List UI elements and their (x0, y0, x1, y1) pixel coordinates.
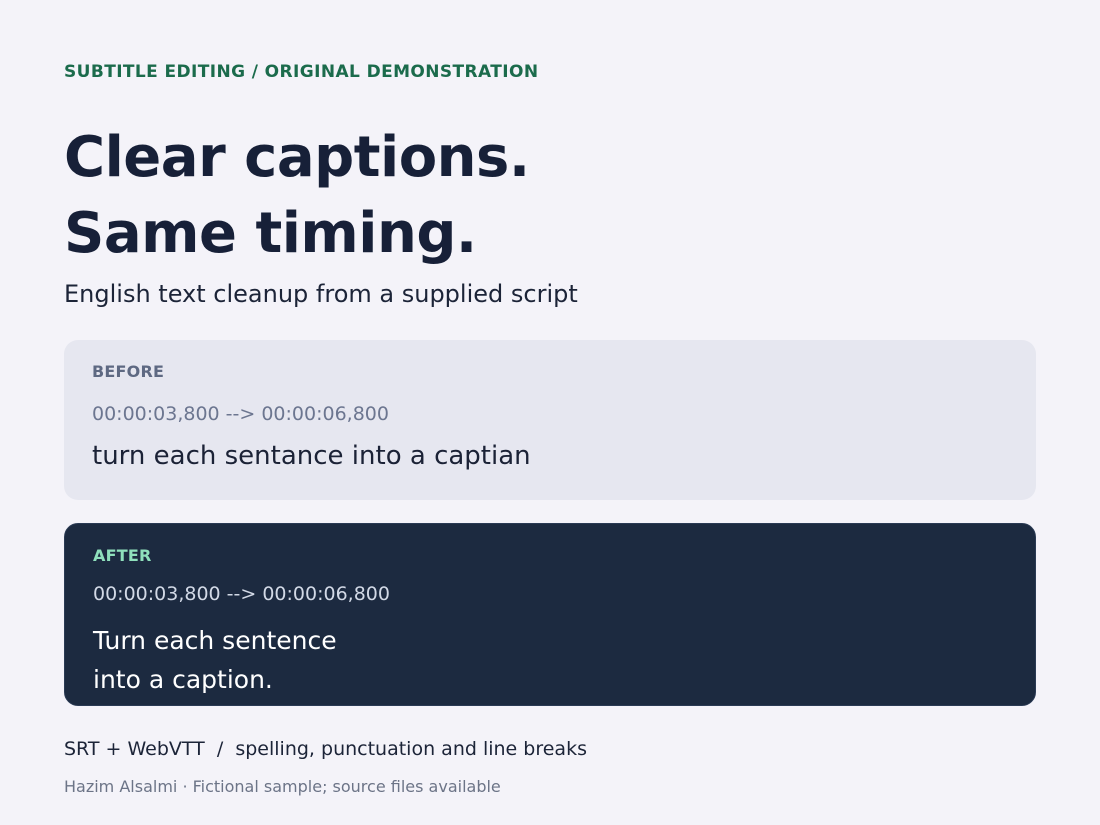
author-name: Hazim Alsalmi (64, 777, 178, 796)
after-caption-line-2: into a caption. (93, 665, 273, 694)
feature-summary: SRT + WebVTT / spelling, punctuation and… (64, 738, 587, 760)
after-card: AFTER 00:00:03,800 --> 00:00:06,800 Turn… (64, 523, 1036, 706)
before-timecode: 00:00:03,800 --> 00:00:06,800 (92, 403, 389, 425)
headline-line-1: Clear captions. (64, 125, 530, 190)
after-caption-line-1: Turn each sentence (93, 626, 337, 655)
eyebrow-label: SUBTITLE EDITING / ORIGINAL DEMONSTRATIO… (64, 62, 539, 82)
after-timecode: 00:00:03,800 --> 00:00:06,800 (93, 583, 390, 605)
before-card: BEFORE 00:00:03,800 --> 00:00:06,800 tur… (64, 340, 1036, 500)
credit-separator: · (177, 777, 193, 796)
page-subtitle: English text cleanup from a supplied scr… (64, 280, 578, 308)
before-label: BEFORE (92, 362, 165, 381)
sample-note: Fictional sample; source files available (192, 777, 501, 796)
page-title: Clear captions. Same timing. (64, 120, 530, 272)
credit-line: Hazim Alsalmi · Fictional sample; source… (64, 777, 501, 796)
after-label: AFTER (93, 546, 152, 565)
before-caption: turn each sentance into a captian (92, 441, 531, 471)
headline-line-2: Same timing. (64, 201, 477, 266)
after-caption: Turn each sentence into a caption. (93, 621, 337, 699)
